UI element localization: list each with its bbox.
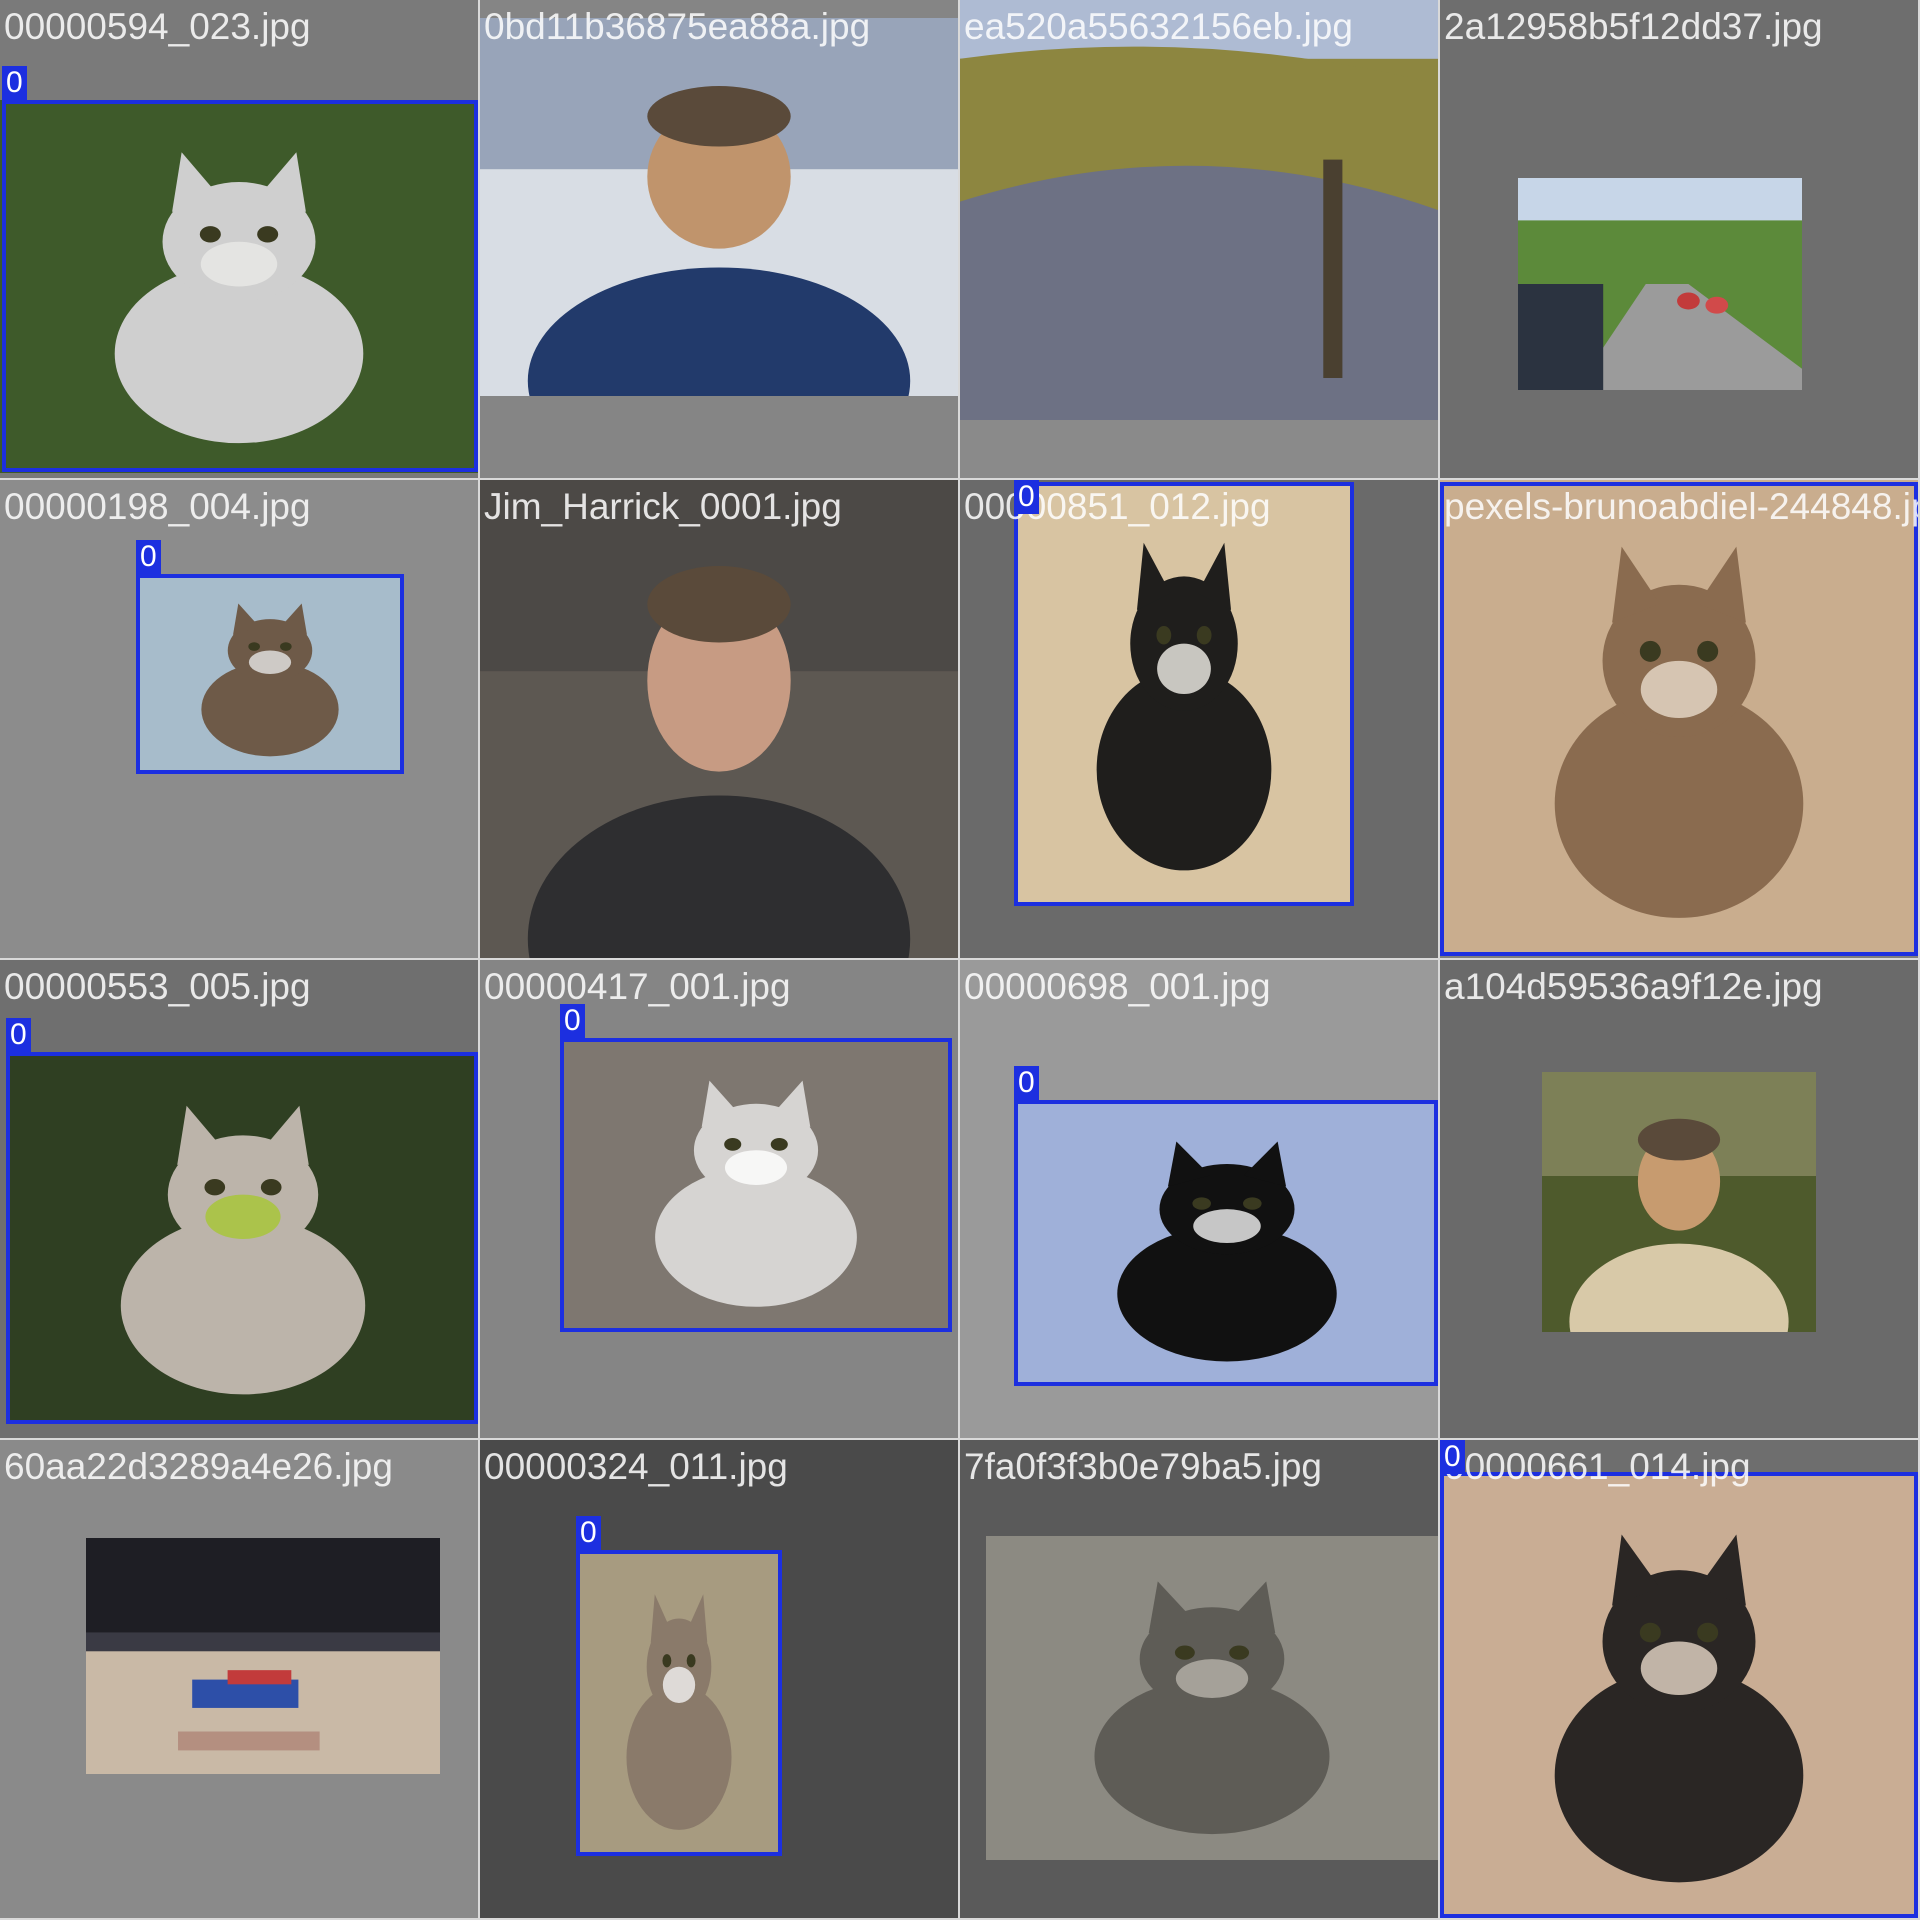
tile-filename: pexels-brunoabdiel-244848.jpg	[1444, 486, 1918, 527]
tile-filename: 00000661_014.jpg	[1444, 1446, 1751, 1487]
detection-class-label: 0	[136, 540, 161, 574]
mosaic-tile[interactable]: ea520a55632156eb.jpg	[960, 0, 1438, 478]
tile-filename: 00000594_023.jpg	[4, 6, 311, 47]
mosaic-tile[interactable]: 0 00000324_011.jpg	[480, 1440, 958, 1918]
tile-filename: 60aa22d3289a4e26.jpg	[4, 1446, 393, 1487]
detection-class-label: 0	[2, 66, 27, 100]
detection-box	[560, 1038, 952, 1332]
mosaic-tile[interactable]: Jim_Harrick_0001.jpg	[480, 480, 958, 958]
detection-class-label: 0	[1440, 1440, 1465, 1474]
detection-class-label: 0	[576, 1516, 601, 1550]
tile-filename: 0bd11b36875ea88a.jpg	[484, 6, 871, 47]
mosaic-tile[interactable]: 0 00000417_001.jpg	[480, 960, 958, 1438]
tile-filename: 7fa0f3f3b0e79ba5.jpg	[964, 1446, 1323, 1487]
mosaic-tile[interactable]: 7fa0f3f3b0e79ba5.jpg	[960, 1440, 1438, 1918]
tile-filename: ea520a55632156eb.jpg	[964, 6, 1353, 47]
mosaic-tile[interactable]: 0 00000661_014.jpg	[1440, 1440, 1918, 1918]
tile-filename: 00000324_011.jpg	[484, 1446, 788, 1487]
detection-class-label: 0	[1014, 1066, 1039, 1100]
mosaic-tile[interactable]: pexels-brunoabdiel-244848.jpg	[1440, 480, 1918, 958]
tile-filename: Jim_Harrick_0001.jpg	[484, 486, 842, 527]
tile-filename: 2a12958b5f12dd37.jpg	[1444, 6, 1823, 47]
arena-photo	[86, 1538, 440, 1774]
tile-filename: 00000698_001.jpg	[964, 966, 1271, 1007]
detection-box	[2, 100, 478, 472]
detection-class-label: 0	[560, 1004, 585, 1038]
street-photo	[1518, 178, 1802, 390]
detection-class-label: 0	[1014, 480, 1039, 514]
detection-box	[1440, 482, 1918, 956]
person-photo	[480, 18, 958, 396]
mosaic-tile[interactable]: 60aa22d3289a4e26.jpg	[0, 1440, 478, 1918]
person-photo	[480, 480, 958, 958]
tile-filename: a104d59536a9f12e.jpg	[1444, 966, 1823, 1007]
detection-box	[1440, 1472, 1918, 1918]
detection-class-label: 0	[6, 1018, 31, 1052]
detection-box	[136, 574, 404, 774]
tile-filename: 00000198_004.jpg	[4, 486, 311, 527]
mosaic-tile[interactable]: 0 00000594_023.jpg	[0, 0, 478, 478]
lion-photo	[986, 1536, 1438, 1860]
tile-filename: 00000553_005.jpg	[4, 966, 311, 1007]
mosaic-tile[interactable]: 0bd11b36875ea88a.jpg	[480, 0, 958, 478]
person-photo	[1542, 1072, 1816, 1332]
image-mosaic-grid: 0 00000594_023.jpg 0bd11b36875ea88a.jpg ea5…	[0, 0, 1920, 1920]
tile-filename: 00000851_012.jpg	[964, 486, 1271, 527]
mosaic-tile[interactable]: 0 00000851_012.jpg	[960, 480, 1438, 958]
mosaic-tile[interactable]: 0 00000698_001.jpg	[960, 960, 1438, 1438]
landscape-photo	[960, 0, 1438, 420]
mosaic-tile[interactable]: 0 00000198_004.jpg	[0, 480, 478, 958]
detection-box	[6, 1052, 478, 1424]
tile-filename: 00000417_001.jpg	[484, 966, 791, 1007]
mosaic-tile[interactable]: 0 00000553_005.jpg	[0, 960, 478, 1438]
detection-box	[1014, 1100, 1438, 1386]
mosaic-tile[interactable]: 2a12958b5f12dd37.jpg	[1440, 0, 1918, 478]
detection-box	[1014, 482, 1354, 906]
detection-box	[576, 1550, 782, 1856]
mosaic-tile[interactable]: a104d59536a9f12e.jpg	[1440, 960, 1918, 1438]
